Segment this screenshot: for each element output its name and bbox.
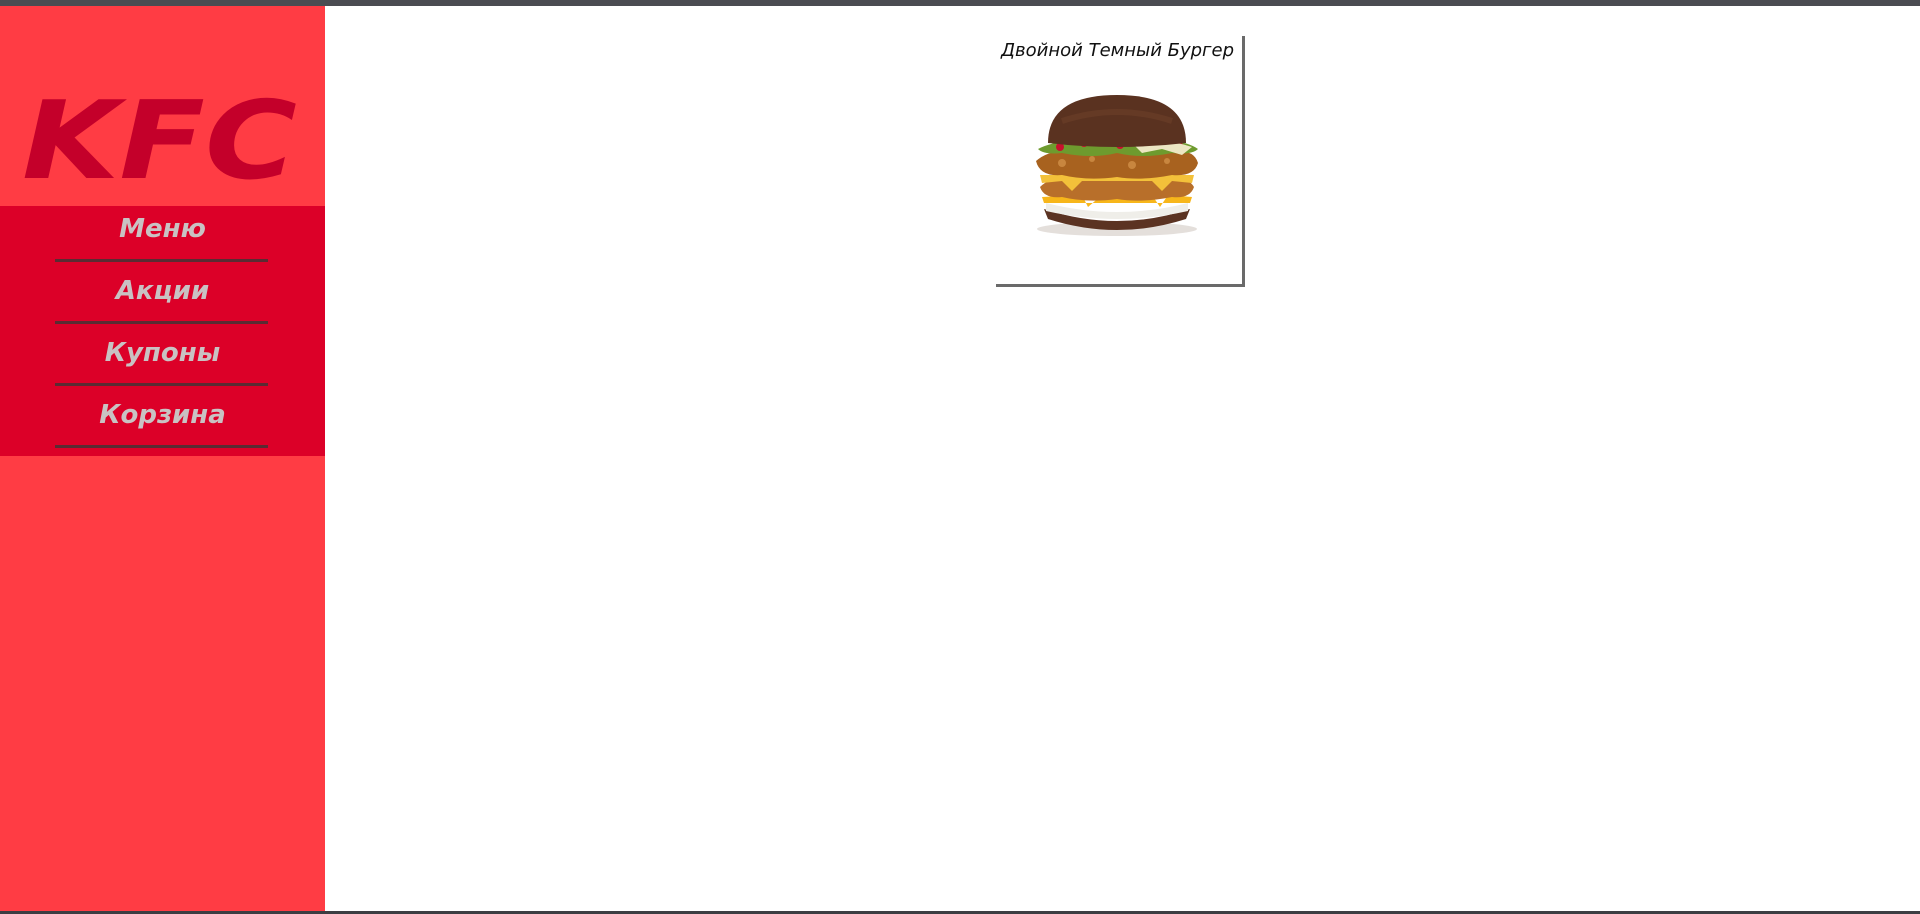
nav-item-coupons[interactable]: Купоны bbox=[0, 330, 325, 392]
nav-item-label: Купоны bbox=[104, 338, 221, 368]
nav-item-menu[interactable]: Меню bbox=[0, 206, 325, 268]
logo-area: KFC bbox=[0, 6, 325, 206]
product-title: Двойной Темный Бургер bbox=[1000, 40, 1234, 61]
nav-divider bbox=[55, 321, 268, 324]
logo-text: KFC bbox=[22, 96, 297, 186]
nav-item-label: Меню bbox=[119, 214, 206, 244]
product-card[interactable]: Двойной Темный Бургер bbox=[996, 36, 1245, 287]
nav-item-label: Акции bbox=[115, 276, 210, 306]
nav-item-promotions[interactable]: Акции bbox=[0, 268, 325, 330]
kfc-logo[interactable]: KFC bbox=[22, 96, 302, 186]
nav-item-cart[interactable]: Корзина bbox=[0, 392, 325, 454]
sidebar: KFC Меню Акции Купоны Корзина bbox=[0, 6, 325, 911]
nav-divider bbox=[55, 383, 268, 386]
burger-image bbox=[1036, 95, 1198, 236]
nav-item-label: Корзина bbox=[99, 400, 226, 430]
main-navigation: Меню Акции Купоны Корзина bbox=[0, 206, 325, 456]
nav-divider bbox=[55, 445, 268, 448]
nav-divider bbox=[55, 259, 268, 262]
